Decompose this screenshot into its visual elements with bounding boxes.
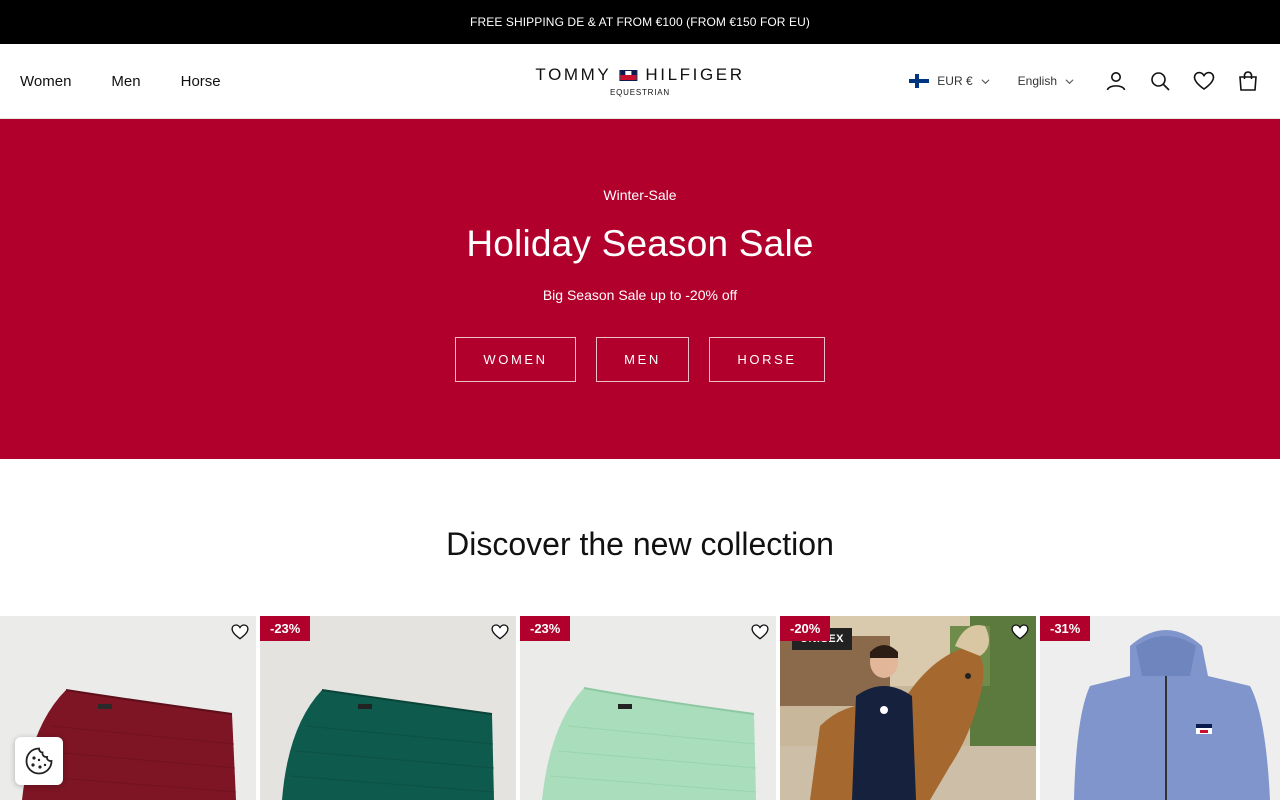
hero-women-button[interactable]: WOMEN [455, 337, 576, 382]
hero-horse-button[interactable]: HORSE [709, 337, 825, 382]
nav-women[interactable]: Women [20, 73, 71, 90]
currency-selector[interactable]: EUR € [909, 74, 990, 88]
cookie-settings-button[interactable] [15, 737, 63, 785]
product-card[interactable]: -23% [520, 616, 776, 800]
product-image [1040, 616, 1280, 800]
main-nav: Women Men Horse [20, 73, 221, 90]
currency-label: EUR € [937, 74, 973, 88]
hero-men-button[interactable]: MEN [596, 337, 689, 382]
wishlist-heart-icon[interactable] [1192, 69, 1216, 93]
product-card[interactable]: UNISEX -20% [780, 616, 1036, 800]
account-icon[interactable] [1104, 69, 1128, 93]
hero-buttons: WOMEN MEN HORSE [455, 337, 825, 382]
wishlist-heart-icon[interactable] [230, 622, 250, 642]
finland-flag-icon [909, 74, 930, 88]
logo-wordmark: TOMMY HILFIGER [535, 65, 744, 85]
language-label: English [1017, 74, 1057, 88]
discount-badge: -20% [780, 616, 831, 641]
discount-badge: -31% [1040, 616, 1091, 641]
wishlist-heart-icon[interactable] [750, 622, 770, 642]
discount-badge: -23% [520, 616, 571, 641]
site-header: Women Men Horse TOMMY HILFIGER EQUESTRIA… [0, 44, 1280, 119]
product-image [520, 616, 776, 800]
hero-banner: Winter-Sale Holiday Season Sale Big Seas… [0, 119, 1280, 459]
section-title: Discover the new collection [446, 526, 834, 562]
nav-men[interactable]: Men [111, 73, 140, 90]
hero-title: Holiday Season Sale [466, 223, 814, 264]
wishlist-heart-icon[interactable] [1010, 622, 1030, 642]
product-card[interactable]: -23% [260, 616, 516, 800]
discount-badge: -23% [260, 616, 311, 641]
cart-bag-icon[interactable] [1236, 69, 1260, 93]
product-card[interactable]: -31% [1040, 616, 1280, 800]
language-selector[interactable]: English [1018, 74, 1074, 88]
announcement-bar: FREE SHIPPING DE & AT FROM €100 (FROM €1… [0, 0, 1280, 44]
product-carousel: -23% -23% -20% -31% [0, 616, 1280, 800]
announcement-text: FREE SHIPPING DE & AT FROM €100 (FROM €1… [470, 15, 810, 29]
cookie-icon [25, 747, 53, 775]
tommy-flag-icon [619, 69, 638, 81]
product-image [260, 616, 516, 800]
logo-subtitle: EQUESTRIAN [609, 88, 671, 97]
wishlist-heart-icon[interactable] [490, 622, 510, 642]
hero-kicker: Winter-Sale [603, 187, 677, 203]
logo-text-right: HILFIGER [645, 65, 745, 84]
logo-text-left: TOMMY [535, 65, 612, 84]
search-icon[interactable] [1148, 69, 1172, 93]
header-icons [1104, 69, 1260, 93]
header-tools: EUR € English [909, 69, 1260, 93]
nav-horse[interactable]: Horse [181, 73, 221, 90]
chevron-down-icon [1065, 78, 1074, 84]
brand-logo[interactable]: TOMMY HILFIGER EQUESTRIAN [535, 65, 744, 97]
hero-subtitle: Big Season Sale up to -20% off [542, 287, 738, 303]
chevron-down-icon [981, 78, 990, 84]
